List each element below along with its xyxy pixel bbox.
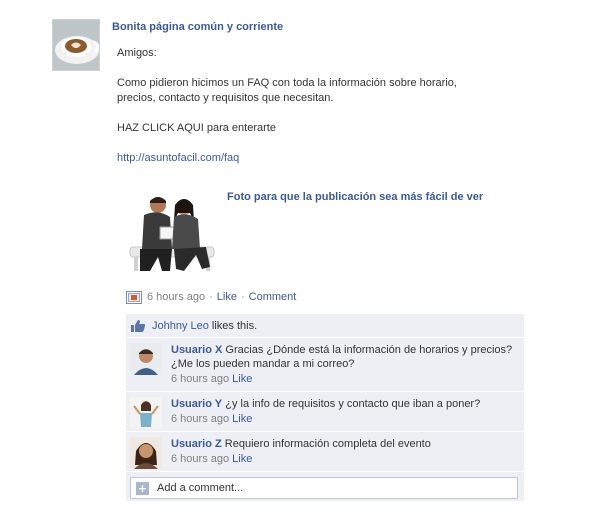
avatar[interactable] <box>130 437 162 469</box>
post-message: Amigos: Como pidieron hicimos un FAQ con… <box>117 46 517 166</box>
photo-thumbnail[interactable] <box>126 191 218 277</box>
comment-body: Usuario Y ¿y la info de requisitos y con… <box>171 397 518 411</box>
comment-meta: 6 hours ago Like <box>171 372 518 386</box>
add-comment-input[interactable]: + Add a comment... <box>130 477 518 499</box>
comment-meta: 6 hours ago Like <box>171 452 518 466</box>
like-link[interactable]: Like <box>217 291 237 303</box>
comment-text: Gracias ¿Dónde está la información de ho… <box>171 344 513 370</box>
add-comment-row: + Add a comment... <box>126 472 524 502</box>
coffee-cup-icon <box>53 20 99 70</box>
comment-body: Usuario X Gracias ¿Dónde está la informa… <box>171 343 518 371</box>
liker-name-link[interactable]: Johhny Leo <box>152 320 209 332</box>
post-meta: 6 hours ago · Like · Comment <box>126 290 296 304</box>
comment-link[interactable]: Comment <box>249 291 297 303</box>
post-paragraph: Amigos: <box>117 47 157 59</box>
likes-text: likes this. <box>211 319 258 332</box>
comment-like-link[interactable]: Like <box>232 373 252 385</box>
avatar[interactable] <box>130 343 162 375</box>
comment-body: Usuario Z Requiero información completa … <box>171 437 518 451</box>
couple-photo-icon <box>126 191 218 277</box>
thumbs-up-icon <box>131 319 146 332</box>
page-avatar[interactable] <box>52 19 100 71</box>
user-avatar-icon <box>130 437 162 469</box>
user-avatar-icon <box>130 343 162 375</box>
separator: · <box>209 291 213 303</box>
comment-author-link[interactable]: Usuario Y <box>171 398 222 410</box>
comment-author-link[interactable]: Usuario X <box>171 344 222 356</box>
comment-item: Usuario Y ¿y la info de requisitos y con… <box>126 392 524 432</box>
add-comment-placeholder: Add a comment... <box>157 482 244 494</box>
plus-icon: + <box>136 481 149 495</box>
comment-text: Requiero información completa del evento <box>224 438 431 450</box>
avatar[interactable] <box>130 397 162 429</box>
separator: · <box>240 291 245 303</box>
comment-timestamp[interactable]: 6 hours ago <box>171 373 229 385</box>
photo-caption-link[interactable]: Foto para que la publicación sea más fác… <box>227 191 483 203</box>
comment-author-link[interactable]: Usuario Z <box>171 438 222 450</box>
post-paragraph: Como pidieron hicimos un FAQ con toda la… <box>117 77 457 104</box>
comment-item: Usuario X Gracias ¿Dónde está la informa… <box>126 338 524 392</box>
post-timestamp[interactable]: 6 hours ago <box>147 291 205 303</box>
comment-item: Usuario Z Requiero información completa … <box>126 432 524 472</box>
user-avatar-icon <box>130 397 162 429</box>
comment-meta: 6 hours ago Like <box>171 412 518 426</box>
post-url-link[interactable]: http://asuntofacil.com/faq <box>117 152 239 164</box>
comment-text: ¿y la info de requisitos y contacto que … <box>225 398 481 410</box>
page-name-link[interactable]: Bonita página común y corriente <box>112 21 283 33</box>
notes-icon <box>126 291 142 304</box>
feedback-section: Johhny Leo likes this. Usuario X Gracias… <box>126 314 524 502</box>
comment-timestamp[interactable]: 6 hours ago <box>171 453 229 465</box>
comment-timestamp[interactable]: 6 hours ago <box>171 413 229 425</box>
comment-like-link[interactable]: Like <box>232 453 252 465</box>
post-paragraph: HAZ CLICK AQUI para enterarte <box>117 122 276 134</box>
likes-summary: Johhny Leo likes this. <box>126 314 524 338</box>
comment-like-link[interactable]: Like <box>232 413 252 425</box>
